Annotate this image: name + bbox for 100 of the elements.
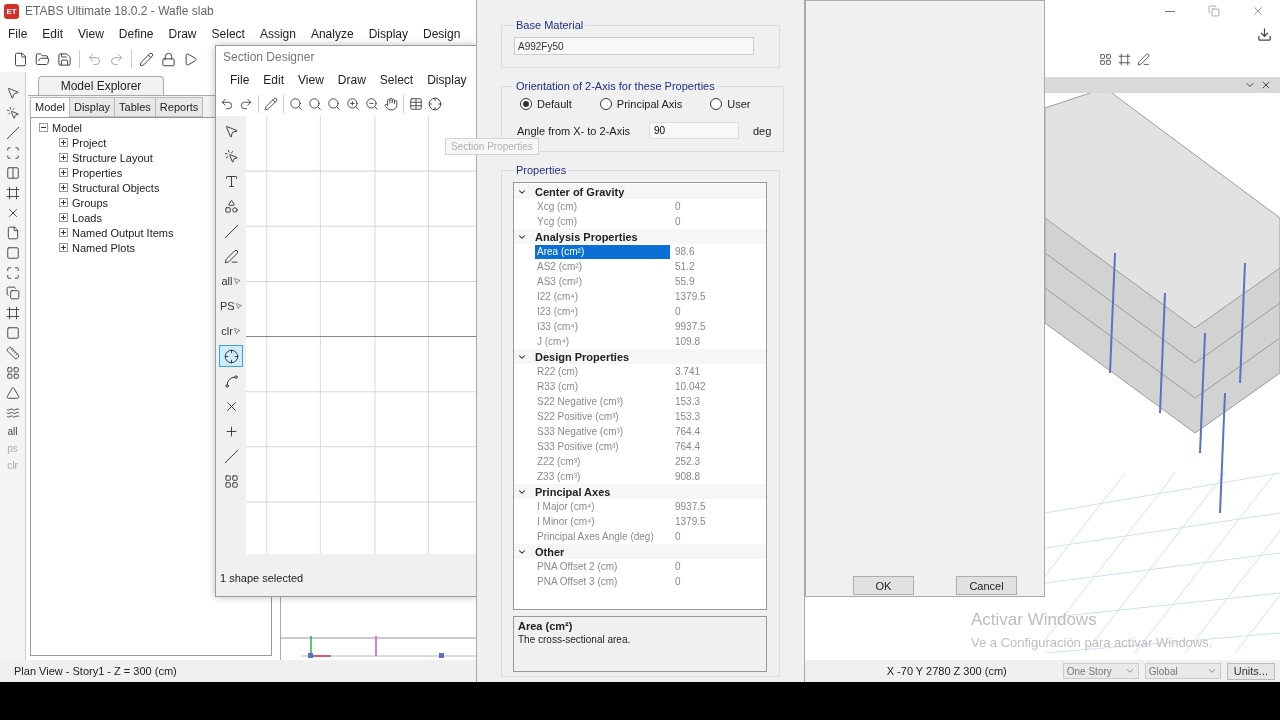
- zoom-out-icon[interactable]: [365, 97, 379, 111]
- property-name[interactable]: S22 Positive (cm³): [535, 409, 670, 424]
- tab[interactable]: Model: [30, 97, 70, 117]
- snap-point-tool[interactable]: [219, 345, 243, 367]
- tab[interactable]: Reports: [154, 97, 204, 117]
- pointer-icon[interactable]: [5, 86, 20, 100]
- collapse-icon[interactable]: [39, 123, 48, 132]
- property-name[interactable]: I33 (cm⁴): [535, 319, 670, 334]
- redo-icon[interactable]: [239, 97, 253, 111]
- radio-option[interactable]: Principal Axis: [599, 98, 683, 110]
- radio-icon[interactable]: [520, 98, 532, 110]
- menu-item[interactable]: Display: [427, 73, 467, 87]
- expand-icon[interactable]: [59, 168, 68, 177]
- support-icon[interactable]: [5, 386, 20, 400]
- menu-item[interactable]: Edit: [263, 73, 285, 87]
- new-file-icon[interactable]: [13, 51, 28, 67]
- menu-item[interactable]: Edit: [42, 27, 64, 41]
- open-folder-icon[interactable]: [35, 51, 50, 67]
- property-name[interactable]: PNA Offset 2 (cm): [535, 559, 670, 574]
- tab[interactable]: Tables: [114, 97, 156, 117]
- menu-item[interactable]: View: [298, 73, 324, 87]
- menu-item[interactable]: View: [78, 27, 104, 41]
- zoom-in-icon[interactable]: [346, 97, 360, 111]
- tree-item[interactable]: Properties: [72, 166, 123, 179]
- property-name[interactable]: AS2 (cm²): [535, 259, 670, 274]
- reshape-pointer-icon[interactable]: [5, 106, 20, 120]
- property-name[interactable]: I22 (cm⁴): [535, 289, 670, 304]
- select-tool-button[interactable]: all: [219, 270, 243, 292]
- property-name[interactable]: I Minor (cm⁴): [535, 514, 670, 529]
- pan-icon[interactable]: [384, 97, 398, 111]
- tree-item[interactable]: Named Plots: [72, 241, 135, 254]
- expand-icon[interactable]: [59, 213, 68, 222]
- menu-item[interactable]: Select: [379, 73, 414, 87]
- download-icon[interactable]: [1257, 26, 1272, 42]
- expand-icon[interactable]: [59, 183, 68, 192]
- ok-button[interactable]: OK: [853, 576, 914, 595]
- property-name[interactable]: S33 Positive (cm³): [535, 439, 670, 454]
- close-icon[interactable]: [1260, 79, 1272, 91]
- expand-icon[interactable]: [59, 198, 68, 207]
- tree-item[interactable]: Structural Objects: [72, 181, 160, 194]
- line-icon[interactable]: [5, 126, 20, 140]
- radio-option[interactable]: Default: [520, 98, 572, 110]
- save-icon[interactable]: [57, 51, 72, 67]
- expand-icon[interactable]: [59, 228, 68, 237]
- menu-item[interactable]: File: [8, 27, 28, 41]
- units-button[interactable]: Units...: [1226, 662, 1275, 680]
- radio-option[interactable]: User: [710, 98, 751, 110]
- table-icon[interactable]: [409, 97, 423, 111]
- menu-item[interactable]: Analyze: [310, 27, 354, 41]
- property-name[interactable]: Xcg (cm): [535, 199, 670, 214]
- copy-icon[interactable]: [5, 286, 20, 300]
- property-name[interactable]: R33 (cm): [535, 379, 670, 394]
- select-tool-button[interactable]: all: [7, 426, 18, 437]
- tab[interactable]: Display: [68, 97, 116, 117]
- wave-icon[interactable]: [5, 406, 20, 420]
- undo-icon[interactable]: [220, 97, 234, 111]
- tree-item[interactable]: Named Output Items: [72, 226, 174, 239]
- property-name[interactable]: I Major (cm⁴): [535, 499, 670, 514]
- property-name[interactable]: I23 (cm⁴): [535, 304, 670, 319]
- tree-item[interactable]: Groups: [72, 196, 109, 209]
- property-name[interactable]: AS3 (cm²): [535, 274, 670, 289]
- select-tool-button[interactable]: clr: [219, 320, 243, 342]
- menu-item[interactable]: Display: [368, 27, 408, 41]
- base-material-field[interactable]: A992Fy50: [514, 37, 754, 55]
- tree-item[interactable]: Model: [52, 121, 82, 134]
- property-name[interactable]: Area (cm²): [535, 244, 670, 259]
- select-tool-button[interactable]: PS: [219, 295, 243, 317]
- radio-icon[interactable]: [599, 98, 612, 110]
- property-name[interactable]: Ycg (cm): [535, 214, 670, 229]
- menu-item[interactable]: Define: [118, 27, 154, 41]
- grid-icon[interactable]: [5, 366, 20, 380]
- property-name[interactable]: Z33 (cm³): [535, 469, 670, 484]
- radio-icon[interactable]: [710, 98, 723, 110]
- property-name[interactable]: S22 Negative (cm³): [535, 394, 670, 409]
- menu-item[interactable]: Design: [423, 27, 461, 41]
- tree-item[interactable]: Structure Layout: [72, 151, 153, 164]
- coordinate-system-dropdown[interactable]: Global: [1144, 663, 1221, 679]
- menu-item[interactable]: Select: [211, 27, 245, 41]
- cancel-button[interactable]: Cancel: [956, 576, 1017, 595]
- tree-item[interactable]: Loads: [72, 211, 102, 224]
- property-name[interactable]: S33 Negative (cm³): [535, 424, 670, 439]
- expand-icon[interactable]: [59, 243, 68, 252]
- ruler-icon[interactable]: [5, 346, 20, 360]
- crosshair-icon[interactable]: [428, 97, 442, 111]
- square-icon[interactable]: [5, 246, 20, 260]
- page-icon[interactable]: [5, 226, 20, 240]
- pen-icon[interactable]: [1137, 52, 1150, 66]
- lock-icon[interactable]: [161, 51, 176, 67]
- property-name[interactable]: Z22 (cm³): [535, 454, 670, 469]
- play-icon[interactable]: [183, 51, 198, 67]
- menu-item[interactable]: Draw: [337, 73, 366, 87]
- property-name[interactable]: R22 (cm): [535, 364, 670, 379]
- property-name[interactable]: PNA Offset 3 (cm): [535, 574, 670, 589]
- zoom-icon[interactable]: [308, 97, 322, 111]
- selection-frame-icon[interactable]: [5, 146, 20, 160]
- menu-item[interactable]: File: [230, 73, 250, 87]
- expand-icon[interactable]: [59, 138, 68, 147]
- menu-item[interactable]: Assign: [259, 27, 296, 41]
- menu-item[interactable]: Draw: [168, 27, 197, 41]
- angle-field[interactable]: 90: [649, 122, 739, 139]
